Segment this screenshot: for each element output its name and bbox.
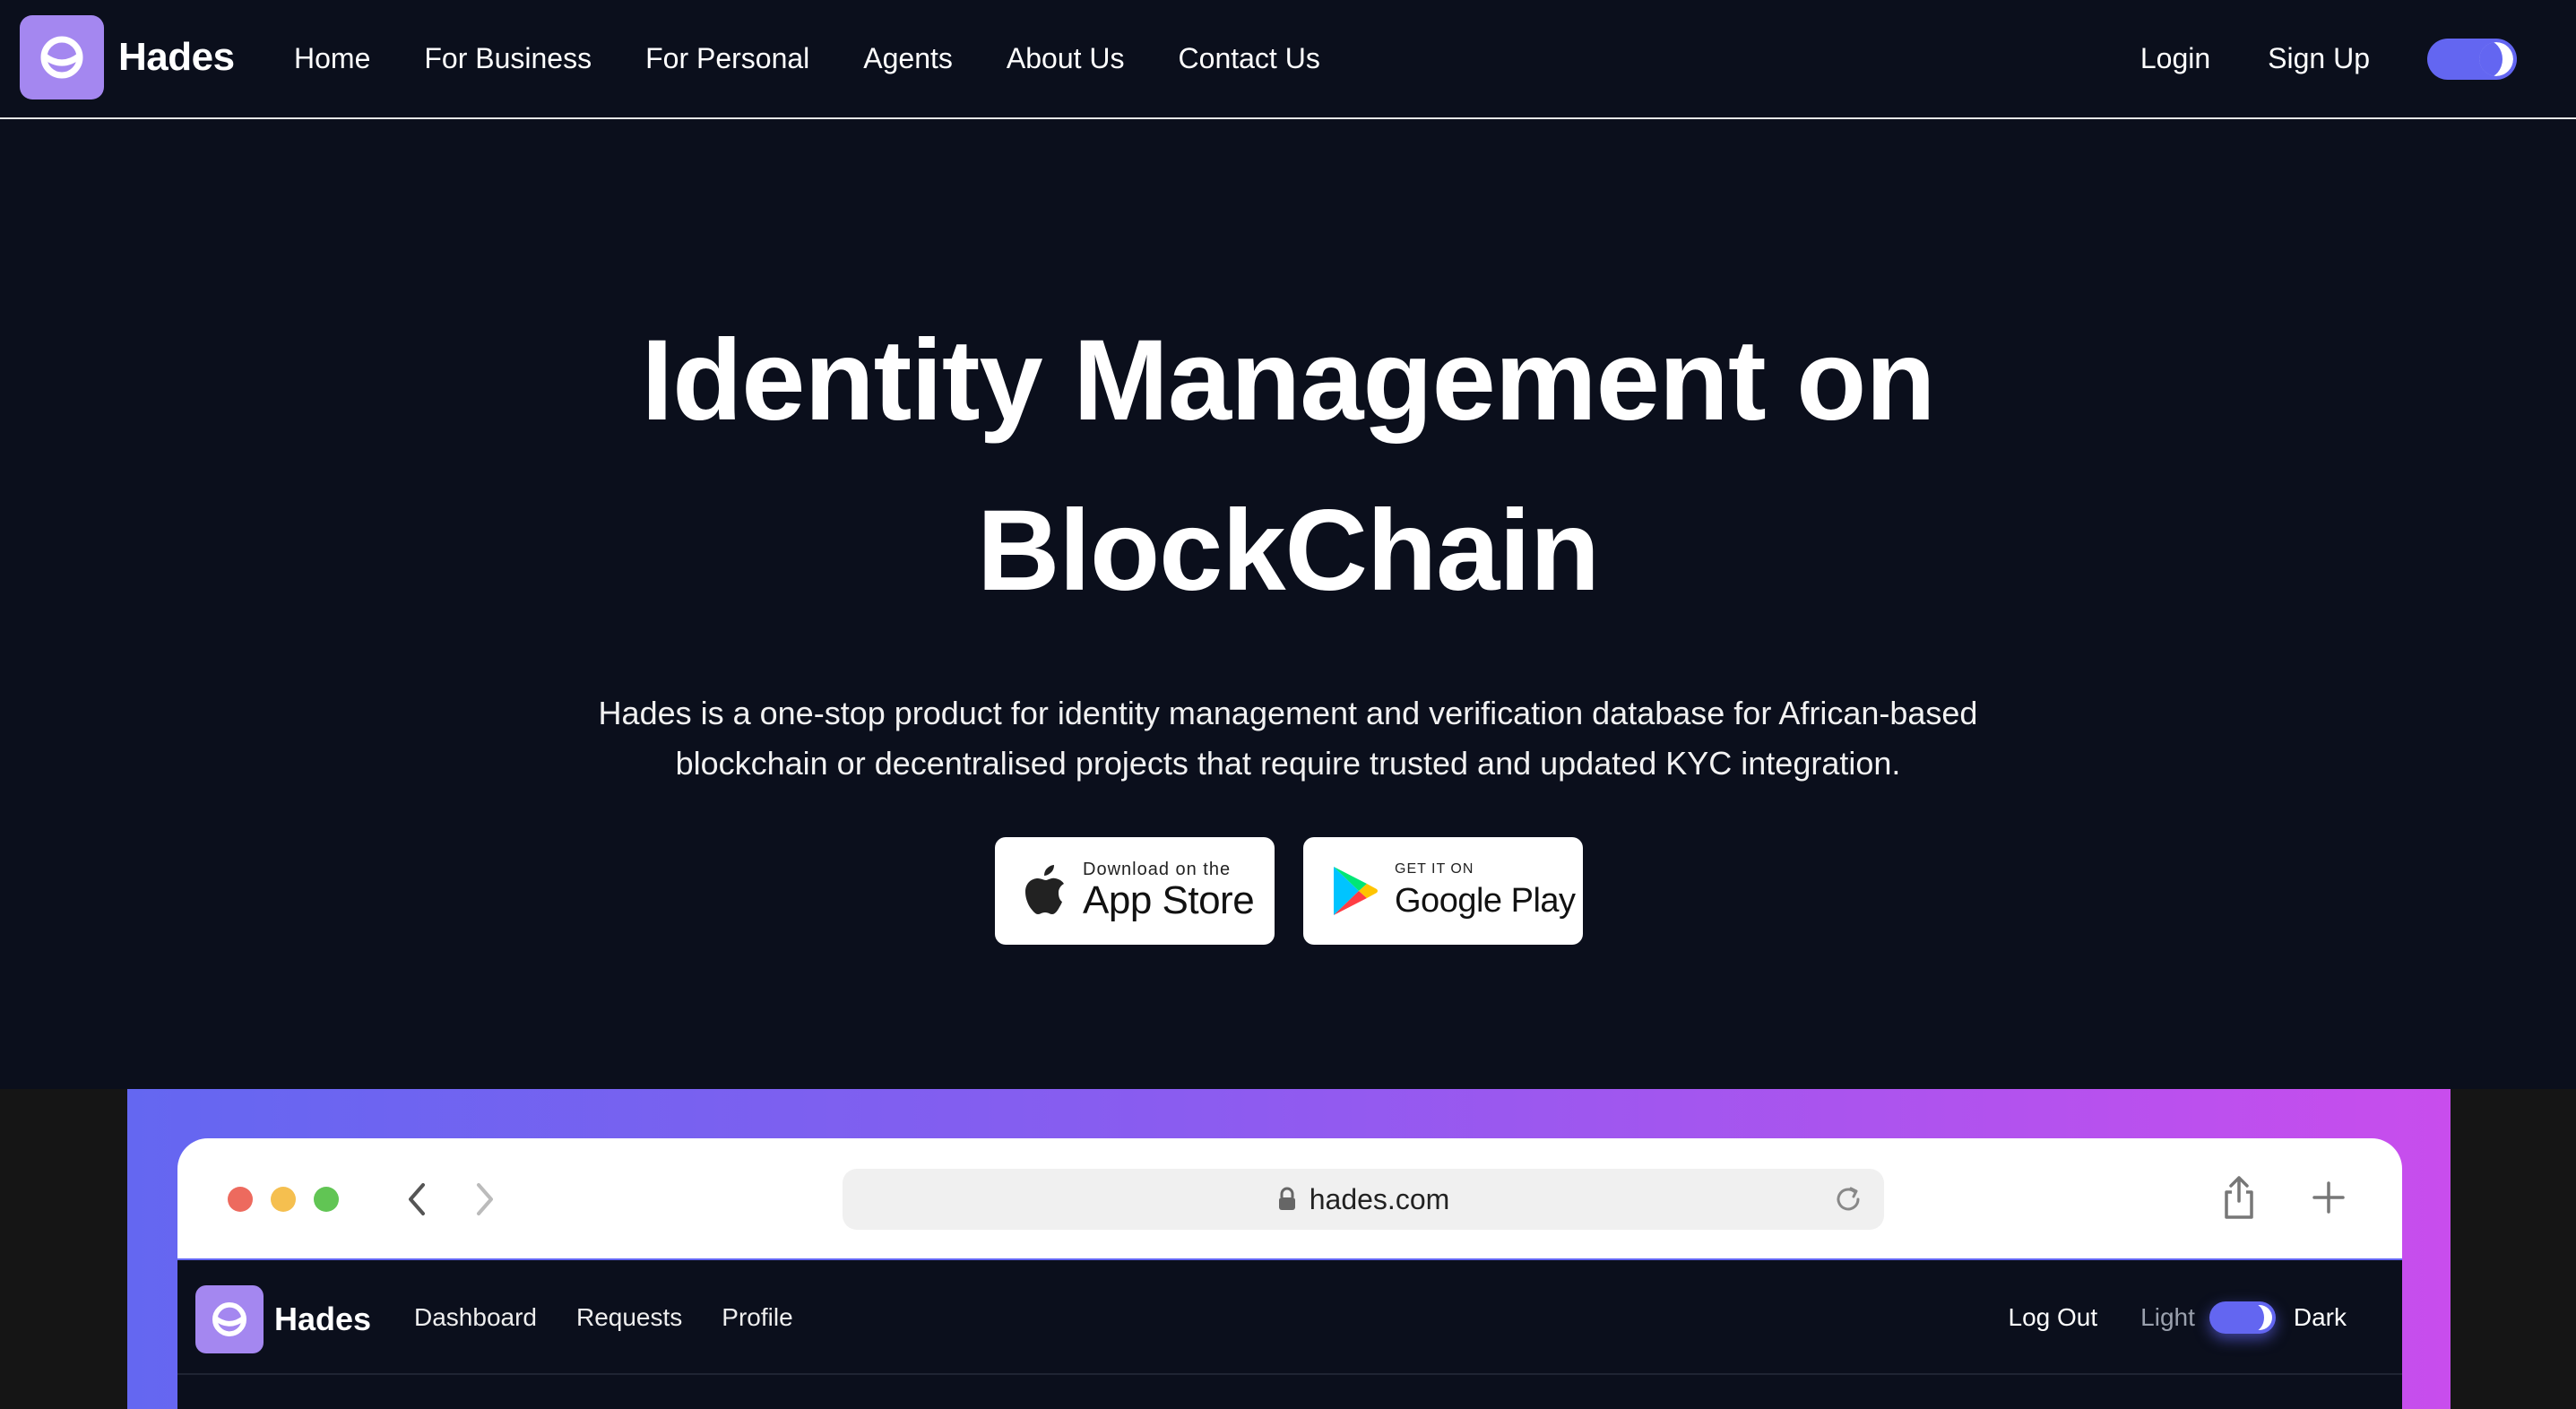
window-maximize-dot[interactable]	[314, 1187, 339, 1212]
brand[interactable]: Hades	[20, 15, 235, 99]
store-buttons: Download on the App Store GET IT ON Goog…	[995, 837, 1612, 945]
brand-name: Hades	[118, 35, 235, 79]
top-navbar: Hades Home For Business For Personal Age…	[0, 0, 2576, 119]
app-nav-links: Dashboard Requests Profile	[414, 1260, 833, 1375]
app-store-button[interactable]: Download on the App Store	[995, 837, 1275, 945]
hades-logo-icon	[20, 15, 104, 99]
browser-toolbar: hades.com	[177, 1138, 2402, 1258]
share-icon[interactable]	[2221, 1174, 2257, 1221]
url-text: hades.com	[1309, 1182, 1450, 1215]
plus-icon[interactable]	[2311, 1180, 2347, 1215]
light-label: Light	[2140, 1303, 2195, 1331]
window-close-dot[interactable]	[228, 1187, 253, 1212]
auth-nav: Login Sign Up	[2140, 0, 2517, 117]
app-navbar: Hades Dashboard Requests Profile Log Out…	[177, 1260, 2402, 1375]
google-play-icon	[1334, 867, 1378, 915]
app-store-small-text: Download on the	[1083, 860, 1232, 879]
app-theme-toggle[interactable]	[2209, 1301, 2276, 1334]
hero-subtitle-line-1: Hades is a one-stop product for identity…	[598, 695, 1978, 731]
lock-icon	[1278, 1187, 1295, 1210]
nav-link-for-business[interactable]: For Business	[424, 42, 592, 75]
google-play-small-text: GET IT ON	[1395, 861, 1474, 877]
nav-link-contact-us[interactable]: Contact Us	[1179, 42, 1320, 75]
google-play-button[interactable]: GET IT ON Google Play	[1303, 837, 1583, 945]
hero-subtitle-line-2: blockchain or decentralised projects tha…	[675, 745, 1901, 782]
dark-label: Dark	[2293, 1303, 2347, 1331]
app-user-controls: Log Out Light Dark	[2009, 1260, 2347, 1375]
app-brand[interactable]: Hades	[195, 1285, 371, 1353]
app-nav-dashboard[interactable]: Dashboard	[414, 1303, 537, 1332]
app-brand-name: Hades	[274, 1301, 372, 1337]
nav-link-home[interactable]: Home	[294, 42, 370, 75]
app-logo-icon	[195, 1285, 264, 1353]
app-nav-requests[interactable]: Requests	[576, 1303, 682, 1332]
app-nav-profile[interactable]: Profile	[722, 1303, 792, 1332]
window-minimize-dot[interactable]	[271, 1187, 296, 1212]
hero-title-line-2: BlockChain	[976, 487, 1600, 615]
login-link[interactable]: Login	[2140, 42, 2210, 75]
hero-title: Identity Management on BlockChain	[0, 296, 2576, 636]
theme-toggle[interactable]	[2427, 38, 2517, 80]
apple-icon	[1025, 865, 1064, 914]
app-store-big-text: App Store	[1083, 878, 1255, 922]
app-preview: Hades Dashboard Requests Profile Log Out…	[177, 1258, 2402, 1409]
nav-link-agents[interactable]: Agents	[863, 42, 953, 75]
nav-link-about-us[interactable]: About Us	[1007, 42, 1125, 75]
hero-subtitle: Hades is a one-stop product for identity…	[502, 688, 2074, 789]
forward-icon[interactable]	[466, 1180, 502, 1219]
moon-icon	[2479, 41, 2513, 76]
google-play-big-text: Google Play	[1395, 882, 1576, 920]
back-icon[interactable]	[400, 1180, 436, 1219]
logout-link[interactable]: Log Out	[2009, 1303, 2098, 1332]
main-nav: Home For Business For Personal Agents Ab…	[294, 0, 1374, 117]
signup-link[interactable]: Sign Up	[2268, 42, 2370, 75]
nav-link-for-personal[interactable]: For Personal	[645, 42, 809, 75]
reload-icon[interactable]	[1832, 1183, 1864, 1215]
address-bar[interactable]: hades.com	[843, 1169, 1884, 1230]
browser-mockup: hades.com Hades Dashboard Requests Profi…	[177, 1138, 2402, 1409]
hero-title-line-1: Identity Management on	[641, 316, 1936, 445]
